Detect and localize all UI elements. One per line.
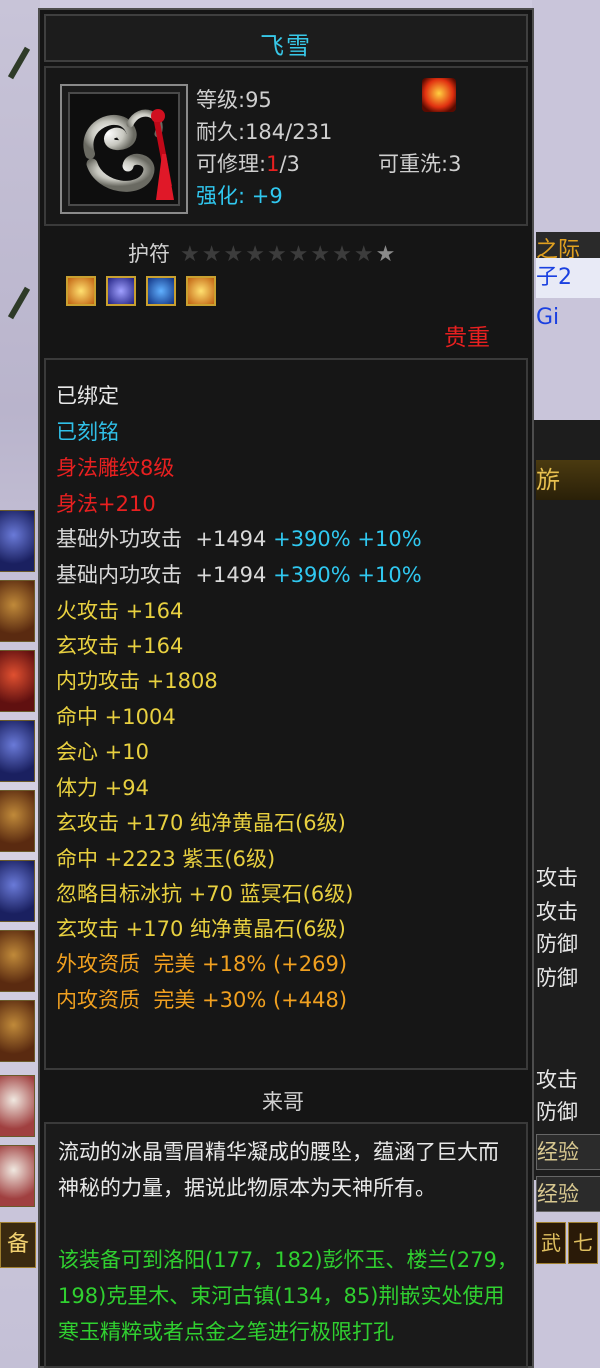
equipment-slot-icon[interactable]: [0, 1075, 35, 1137]
star-icon: ★: [180, 242, 202, 267]
gem-attribute-line: 玄攻击 +170 纯净黄晶石(6级): [56, 811, 346, 835]
attr-pct: +10%: [357, 563, 422, 587]
repair-total: /3: [279, 152, 300, 176]
gem-socket-icon[interactable]: [66, 276, 96, 306]
background-panel-header: 旂: [536, 460, 600, 500]
base-external-attack: 基础外功攻击 +1494 +390% +10%: [56, 523, 422, 553]
attribute-line: 体力 +94: [56, 776, 149, 800]
base-internal-attack: 基础内功攻击 +1494 +390% +10%: [56, 559, 422, 589]
star-icon: ★: [223, 242, 246, 267]
item-rewash: 可重洗:3: [378, 152, 462, 176]
star-icon: ★: [310, 242, 333, 267]
equipment-slot-icon[interactable]: [0, 790, 35, 852]
attr-name: 基础内功攻击: [56, 563, 182, 587]
attribute-line: 火攻击 +164: [56, 599, 184, 623]
attribute-line: 玄攻击 +164: [56, 634, 184, 658]
attribute-line: 会心 +10: [56, 740, 149, 764]
item-title-bar: 飞雪: [44, 14, 528, 62]
equipment-slot-icon[interactable]: [0, 650, 35, 712]
item-hint: 该装备可到洛阳(177，182)彭怀玉、楼兰(279，198)克里木、束河古镇(…: [58, 1248, 518, 1344]
background-stat-label: 攻击: [536, 900, 578, 924]
background-stat-label: 攻击: [536, 1068, 578, 1092]
background-tab[interactable]: 七: [568, 1222, 598, 1264]
background-stat-label: 攻击: [536, 866, 578, 890]
item-author-bar: 来哥: [44, 1076, 528, 1120]
aptitude-line: 外攻资质 完美 +18% (+269): [56, 952, 348, 976]
attribute-line: 内功攻击 +1808: [56, 669, 218, 693]
enhance-label: 强化:: [196, 184, 246, 208]
item-rarity: 贵重: [444, 325, 490, 351]
equipment-slot-icon[interactable]: [0, 1145, 35, 1207]
gem-socket-icon[interactable]: [106, 276, 136, 306]
item-name: 飞雪: [260, 32, 312, 60]
aptitude-line: 内攻资质 完美 +30% (+448): [56, 988, 348, 1012]
item-icon: [68, 92, 180, 206]
background-stat-label: 防御: [536, 966, 578, 990]
item-level: 等级:95: [196, 88, 272, 112]
engraved-status: 已刻铭: [56, 420, 119, 444]
item-durability: 耐久:184/231: [196, 120, 333, 144]
jade-pendant-icon: [83, 109, 174, 200]
attr-pct: +10%: [357, 527, 422, 551]
bound-status: 已绑定: [56, 384, 119, 408]
equipment-slot-icon[interactable]: [0, 720, 35, 782]
star-icon: ★: [245, 242, 267, 267]
agility-attribute: 身法+210: [56, 492, 156, 516]
equipment-slot-icon[interactable]: [0, 580, 35, 642]
gem-socket-icon[interactable]: [146, 276, 176, 306]
star-icon: ★: [375, 242, 398, 267]
equipment-slot-icon[interactable]: [0, 930, 35, 992]
star-icon: ★: [201, 242, 224, 267]
star-icon: ★: [288, 242, 311, 267]
attr-pct: +390%: [273, 563, 351, 587]
item-repair: 可修理:1/3: [196, 148, 300, 178]
repair-label: 可修理:: [196, 152, 267, 176]
background-tab-row: 武七: [536, 1222, 600, 1266]
background-stat-label: 防御: [536, 932, 578, 956]
star-icon: ★: [353, 242, 376, 267]
left-tab-button[interactable]: 备: [0, 1222, 36, 1268]
attribute-line: 命中 +1004: [56, 705, 176, 729]
attr-value: +1494: [195, 563, 267, 587]
item-icon-frame: [60, 84, 188, 214]
item-author: 来哥: [262, 1090, 304, 1114]
background-branch: [7, 286, 31, 320]
repair-used: 1: [266, 152, 280, 176]
background-stat-label: 防御: [536, 1100, 578, 1124]
gem-attribute-line: 忽略目标冰抗 +70 蓝冥石(6级): [56, 882, 354, 906]
background-player-name: 子2 Gi: [536, 258, 600, 330]
equipment-slot-icon[interactable]: [0, 860, 35, 922]
attr-name: 基础外功攻击: [56, 527, 182, 551]
gem-attribute-line: 玄攻击 +170 纯净黄晶石(6级): [56, 917, 346, 941]
enhance-value: +9: [251, 184, 283, 208]
attr-value: +1494: [195, 527, 267, 551]
flame-badge-icon: [422, 78, 456, 112]
carving-attribute: 身法雕纹8级: [56, 456, 175, 480]
equipment-slot-icon[interactable]: [0, 510, 35, 572]
item-slot-type: 护符: [128, 242, 170, 266]
background-branch: [7, 46, 31, 80]
gem-socket-icon[interactable]: [186, 276, 216, 306]
background-exp-field: 经验: [536, 1134, 600, 1170]
item-description: 流动的冰晶雪眉精华凝成的腰坠，蕴涵了巨大而神秘的力量，据说此物原本为天神所有。: [58, 1140, 499, 1200]
gem-attribute-line: 命中 +2223 紫玉(6级): [56, 847, 276, 871]
equipment-slot-icon[interactable]: [0, 1000, 35, 1062]
attr-pct: +390%: [273, 527, 351, 551]
item-description-block: 流动的冰晶雪眉精华凝成的腰坠，蕴涵了巨大而神秘的力量，据说此物原本为天神所有。 …: [44, 1122, 528, 1368]
background-tab[interactable]: 武: [536, 1222, 566, 1264]
background-exp-field: 经验: [536, 1176, 600, 1212]
star-rating: ★★★★★★★★★★: [180, 242, 397, 267]
item-enhance: 强化: +9: [196, 180, 283, 210]
item-summary: 等级:95 耐久:184/231 可修理:1/3 可重洗:3 强化: +9: [44, 66, 528, 226]
star-icon: ★: [266, 242, 289, 267]
star-icon: ★: [332, 242, 354, 267]
